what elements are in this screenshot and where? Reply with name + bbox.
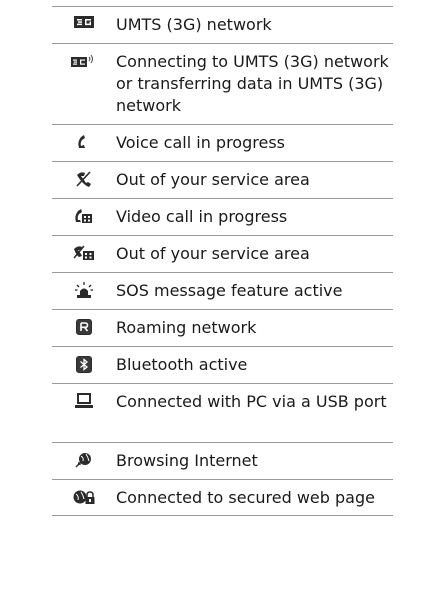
row-description: Connecting to UMTS (3G) network or trans… xyxy=(116,52,389,115)
table-row: Connecting to UMTS (3G) network or trans… xyxy=(52,43,393,124)
row-description: Browsing Internet xyxy=(116,451,258,470)
row-description: Out of your service area xyxy=(116,170,310,189)
table-row: UMTS (3G) network xyxy=(52,6,393,43)
table-row: Connected with PC via a USB port xyxy=(52,383,393,442)
roaming-icon xyxy=(52,310,116,346)
table-row: Voice call in progress xyxy=(52,124,393,161)
table-row: Connected to secured web page xyxy=(52,479,393,516)
table-row: Out of your service area xyxy=(52,161,393,198)
table-row: Video call in progress xyxy=(52,198,393,235)
table-row: Roaming network xyxy=(52,309,393,346)
video-call-icon xyxy=(52,199,116,235)
row-description: SOS message feature active xyxy=(116,281,343,300)
umts-3g-connecting-icon xyxy=(52,44,116,124)
browsing-internet-icon xyxy=(52,443,116,479)
voice-call-icon xyxy=(52,125,116,161)
row-description: Roaming network xyxy=(116,318,257,337)
row-description: UMTS (3G) network xyxy=(116,15,272,34)
bluetooth-icon xyxy=(52,347,116,383)
pc-usb-icon xyxy=(52,384,116,442)
row-description: Voice call in progress xyxy=(116,133,285,152)
row-description: Connected to secured web page xyxy=(116,488,375,507)
row-description: Out of your service area xyxy=(116,244,310,263)
sos-icon xyxy=(52,273,116,309)
voice-out-of-service-icon xyxy=(52,162,116,198)
table-row: SOS message feature active xyxy=(52,272,393,309)
table-row: Browsing Internet xyxy=(52,442,393,479)
umts-3g-icon xyxy=(52,7,116,43)
secured-web-page-icon xyxy=(52,480,116,515)
status-icon-table: UMTS (3G) network Connecting to UMTS (3G… xyxy=(52,6,393,516)
row-description: Bluetooth active xyxy=(116,355,248,374)
video-out-of-service-icon xyxy=(52,236,116,272)
table-row: Bluetooth active xyxy=(52,346,393,383)
table-row: Out of your service area xyxy=(52,235,393,272)
row-description: Connected with PC via a USB port xyxy=(116,392,387,411)
row-description: Video call in progress xyxy=(116,207,288,226)
